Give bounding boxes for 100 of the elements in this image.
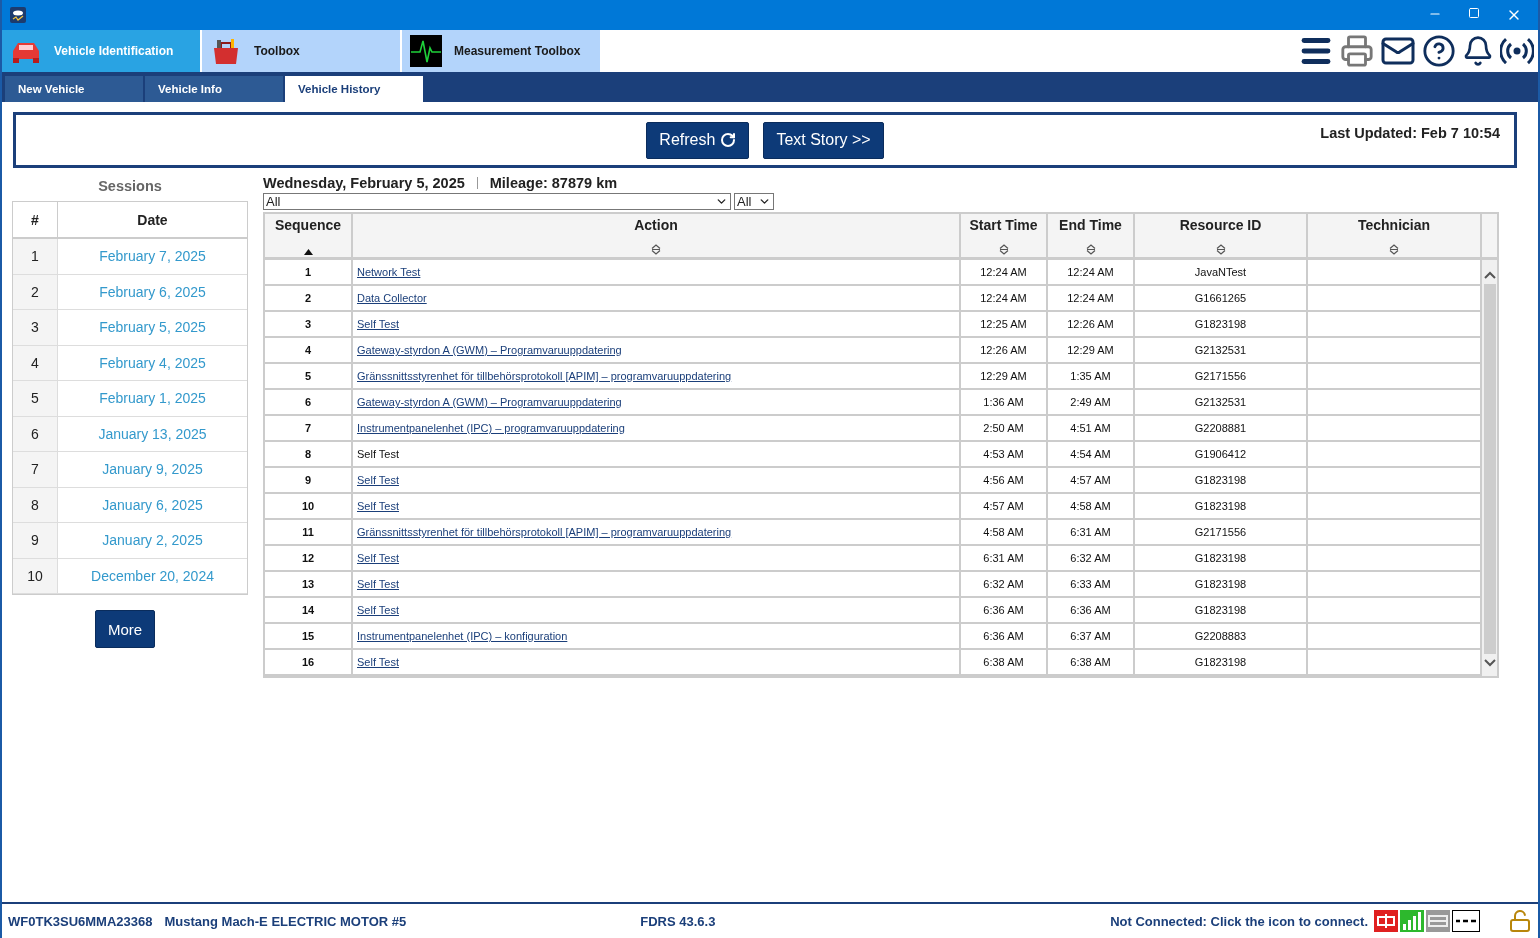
table-cell: 12:24 AM (961, 286, 1048, 312)
action-link[interactable]: Network Test (357, 266, 421, 278)
bell-icon[interactable] (1462, 35, 1494, 67)
printer-icon[interactable] (1340, 34, 1374, 68)
action-link[interactable]: Gateway-styrdon A (GWM) – Programvaruuppdatering (357, 396, 622, 408)
table-cell: 4:58 AM (1048, 494, 1135, 520)
table-cell: 6:31 AM (961, 546, 1048, 572)
action-link[interactable]: Data Collector (357, 292, 427, 304)
table-cell: G1823198 (1135, 650, 1308, 676)
table-cell: 1:35 AM (1048, 364, 1135, 390)
table-cell: JavaNTest (1135, 260, 1308, 286)
sort-icon[interactable] (1215, 244, 1226, 255)
filter-dropdown[interactable]: All (734, 193, 774, 210)
table-cell: 10 (13, 558, 58, 594)
table-cell: G1823198 (1135, 598, 1308, 624)
action-link[interactable]: Instrumentpanelenhet (IPC) – programvaruuppdatering (357, 422, 625, 434)
table-cell: 12:26 AM (1048, 312, 1135, 338)
table-cell: 1 (13, 239, 58, 275)
connection-status-link[interactable]: Not Connected: Click the icon to connect. (1110, 913, 1368, 929)
action-link[interactable]: Self Test (357, 474, 399, 486)
table-cell: 5 (13, 381, 58, 417)
table-cell: G1661265 (1135, 286, 1308, 312)
sort-icon[interactable] (651, 244, 661, 255)
signal-bars-icon[interactable] (1400, 910, 1424, 932)
action-link[interactable]: Self Test (357, 500, 399, 512)
table-cell: 2 (13, 274, 58, 310)
column-header[interactable]: Technician (1308, 214, 1482, 257)
padlock-icon[interactable] (1508, 909, 1532, 933)
table-cell: 11 (265, 520, 353, 546)
action-link[interactable]: Gateway-styrdon A (GWM) – Programvaruuppdatering (357, 344, 622, 356)
column-header[interactable]: Start Time (961, 214, 1048, 257)
sub-tab[interactable]: Vehicle History (285, 76, 423, 102)
action-link[interactable]: Gränssnittsstyrenhet för tillbehörsprotokoll [APIM] – programvaruuppdatering (357, 526, 732, 538)
action-link[interactable]: Self Test (357, 552, 399, 564)
dashes-icon[interactable] (1452, 910, 1480, 932)
text-story-button[interactable]: Text Story >> (763, 121, 884, 159)
table-cell: 12:29 AM (961, 364, 1048, 390)
action-link[interactable]: Self Test (357, 656, 399, 668)
action-link[interactable]: Self Test (357, 318, 399, 330)
filter-dropdown[interactable]: All (263, 193, 731, 210)
session-date-text: Wednesday, February 5, 2025 (263, 175, 465, 191)
more-button[interactable]: More (94, 610, 156, 648)
table-cell: 6:32 AM (1048, 546, 1135, 572)
column-header[interactable]: End Time (1048, 214, 1135, 257)
last-updated-text: Last Updated: Feb 7 10:54 (1320, 125, 1500, 141)
sessions-title: Sessions (98, 178, 162, 194)
table-cell: 6:38 AM (1048, 650, 1135, 676)
scroll-up-icon[interactable] (1483, 270, 1496, 280)
refresh-icon (720, 132, 737, 148)
table-cell: 6:36 AM (1048, 598, 1135, 624)
maximize-icon[interactable] (1468, 7, 1480, 19)
table-cell: 8 (265, 442, 353, 468)
scroll-down-icon[interactable] (1483, 658, 1496, 668)
table-cell: 14 (265, 598, 353, 624)
sub-tab[interactable]: New Vehicle (5, 76, 143, 102)
table-cell: G2132531 (1135, 338, 1308, 364)
sort-icon[interactable] (1085, 244, 1096, 255)
table-cell: 1:36 AM (961, 390, 1048, 416)
help-icon[interactable] (1422, 34, 1456, 68)
table-cell: 6:33 AM (1048, 572, 1135, 598)
action-link[interactable]: Self Test (357, 578, 399, 590)
table-cell: 4 (13, 345, 58, 381)
table-cell: 10 (265, 494, 353, 520)
table-cell: 9 (13, 523, 58, 559)
table-cell: G1823198 (1135, 312, 1308, 338)
column-header[interactable]: Action (353, 214, 961, 257)
main-tab[interactable]: Toolbox (202, 30, 400, 72)
vehicle-name-text: Mustang Mach-E ELECTRIC MOTOR #5 (164, 913, 407, 929)
table-cell: G1823198 (1135, 572, 1308, 598)
sub-tab[interactable]: Vehicle Info (145, 76, 283, 102)
sort-ascending-icon[interactable] (303, 249, 313, 255)
table-cell: 12:26 AM (961, 338, 1048, 364)
action-link[interactable]: Self Test (357, 604, 399, 616)
table-cell: 6:36 AM (961, 598, 1048, 624)
column-header[interactable]: Sequence (265, 214, 353, 257)
refresh-button[interactable]: Refresh (646, 121, 750, 159)
column-header: # (13, 202, 58, 239)
table-cell: 6:31 AM (1048, 520, 1135, 546)
sort-icon[interactable] (1389, 244, 1399, 255)
vin-text: WF0TK3SU6MMA23368 (8, 913, 153, 929)
table-cell: G1823198 (1135, 494, 1308, 520)
table-cell: 12:29 AM (1048, 338, 1135, 364)
scrollbar[interactable] (1482, 260, 1497, 676)
table-cell: 6 (265, 390, 353, 416)
action-link[interactable]: Instrumentpanelenhet (IPC) – konfiguration (357, 630, 568, 642)
table-cell: G1823198 (1135, 468, 1308, 494)
column-header[interactable]: Resource ID (1135, 214, 1308, 257)
table-cell: 6:32 AM (961, 572, 1048, 598)
sort-icon[interactable] (998, 244, 1009, 255)
table-cell: 6:36 AM (961, 624, 1048, 650)
table-cell: G2208883 (1135, 624, 1308, 650)
connector-icon[interactable] (1374, 910, 1398, 932)
table-cell: 4:53 AM (961, 442, 1048, 468)
version-text: FDRS 43.6.3 (640, 913, 716, 929)
waveform-icon (410, 35, 442, 67)
table-cell: 2 (265, 286, 353, 312)
main-tab[interactable]: Measurement Toolbox (402, 30, 600, 72)
action-text: Self Test (357, 448, 399, 460)
broadcast-icon[interactable] (1500, 36, 1534, 66)
action-link[interactable]: Gränssnittsstyrenhet för tillbehörsprotokoll [APIM] – programvaruuppdatering (357, 370, 732, 382)
